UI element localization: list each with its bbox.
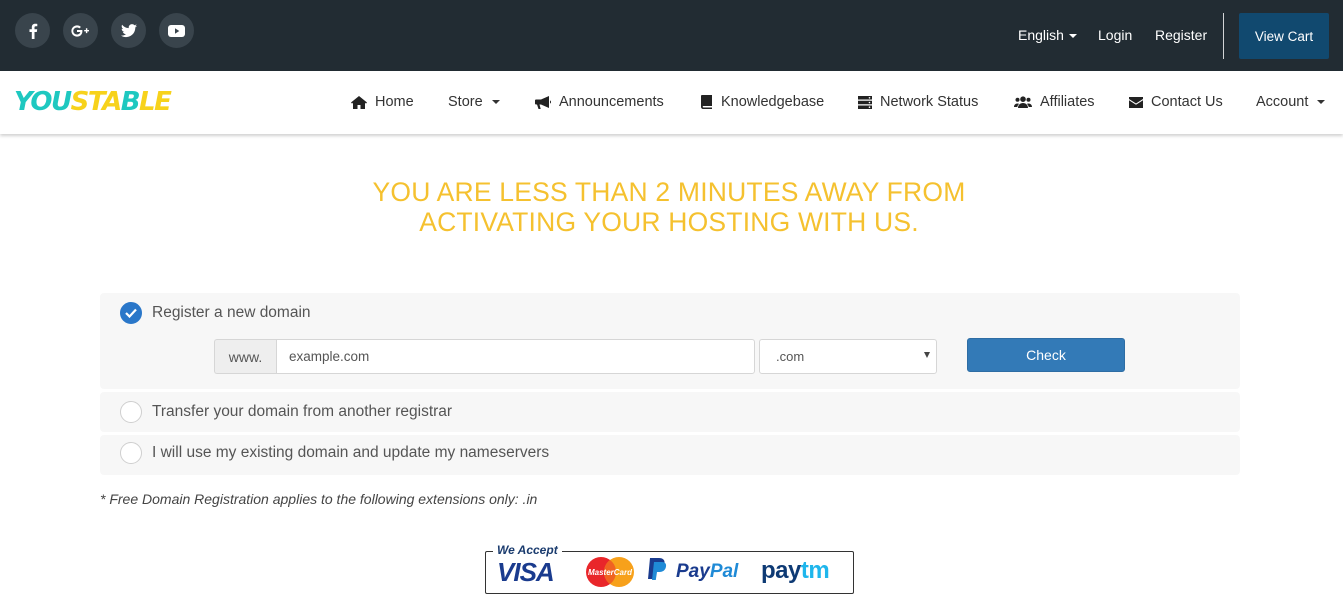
logo-text-4: LE [139, 87, 172, 117]
logo-text-2: STA [70, 87, 123, 117]
server-icon [858, 95, 872, 109]
visa-logo: VISA [497, 557, 555, 587]
transfer-domain-option[interactable]: Transfer your domain from another regist… [120, 401, 452, 423]
check-button[interactable]: Check [967, 338, 1125, 372]
brand-logo[interactable]: YOUSTABLE [14, 87, 172, 117]
users-icon [1014, 96, 1032, 108]
existing-domain-option[interactable]: I will use my existing domain and update… [120, 442, 549, 464]
facebook-icon[interactable] [15, 13, 50, 48]
paytm-logo: paytm [761, 557, 830, 585]
google-plus-icon[interactable] [63, 13, 98, 48]
view-cart-button[interactable]: View Cart [1239, 13, 1329, 59]
paytm-text-a: pay [761, 557, 801, 584]
nav-knowledgebase-label: Knowledgebase [721, 94, 825, 110]
radio-icon[interactable] [120, 442, 142, 464]
home-icon [351, 95, 367, 109]
tld-selected-value: .com [776, 349, 805, 364]
paypal-text-b: Pal [709, 561, 739, 582]
register-domain-label: Register a new domain [152, 304, 311, 321]
nav-store-label: Store [448, 94, 483, 110]
nav-announcements[interactable]: Announcements [535, 94, 664, 110]
headline-line-2: ACTIVATING YOUR HOSTING WITH US. [419, 207, 919, 237]
register-domain-option[interactable]: Register a new domain [120, 302, 311, 324]
paytm-text-b: tm [800, 557, 830, 584]
mastercard-label: MasterCard [588, 568, 633, 577]
youtube-icon[interactable] [159, 13, 194, 48]
nav-home[interactable]: Home [351, 94, 414, 110]
logo-text-3: B [120, 87, 141, 117]
headline-line-1: YOU ARE LESS THAN 2 MINUTES AWAY FROM [372, 177, 966, 207]
www-prefix: www. [214, 339, 276, 374]
nav-account-label: Account [1256, 94, 1309, 110]
nav-network-status[interactable]: Network Status [858, 94, 978, 110]
chevron-down-icon [491, 100, 500, 104]
nav-contact-us-label: Contact Us [1151, 94, 1223, 110]
bullhorn-icon [535, 95, 551, 109]
nav-knowledgebase[interactable]: Knowledgebase [701, 94, 824, 110]
divider [1223, 13, 1224, 59]
book-icon [701, 95, 712, 109]
existing-domain-label: I will use my existing domain and update… [152, 444, 550, 461]
nav-announcements-label: Announcements [559, 94, 664, 110]
tld-select[interactable]: .com [759, 339, 937, 374]
login-link[interactable]: Login [1098, 27, 1132, 43]
radio-checked-icon[interactable] [120, 302, 142, 324]
free-domain-note: * Free Domain Registration applies to th… [100, 491, 538, 507]
language-label: English [1018, 27, 1064, 43]
radio-icon[interactable] [120, 401, 142, 423]
transfer-domain-label: Transfer your domain from another regist… [152, 403, 453, 420]
chevron-down-icon [1068, 34, 1077, 39]
nav-network-status-label: Network Status [880, 94, 979, 110]
envelope-icon [1129, 96, 1143, 108]
nav-affiliates-label: Affiliates [1040, 94, 1095, 110]
page-headline: YOU ARE LESS THAN 2 MINUTES AWAY FROM AC… [0, 177, 1338, 237]
paypal-logo: PayPal [676, 561, 738, 583]
nav-home-label: Home [375, 94, 414, 110]
transfer-domain-panel: Transfer your domain from another regist… [100, 392, 1240, 432]
nav-account[interactable]: Account [1256, 94, 1326, 110]
nav-affiliates[interactable]: Affiliates [1014, 94, 1095, 110]
paypal-text-a: Pay [676, 561, 710, 582]
select-arrow-icon [924, 352, 930, 358]
domain-input[interactable] [276, 339, 755, 374]
paypal-icon [648, 558, 667, 580]
twitter-icon[interactable] [111, 13, 146, 48]
logo-text-1: YOU [14, 87, 72, 117]
chevron-down-icon [1317, 100, 1326, 104]
language-dropdown[interactable]: English [1018, 27, 1077, 43]
existing-domain-panel: I will use my existing domain and update… [100, 435, 1240, 475]
nav-store[interactable]: Store [448, 94, 500, 110]
top-bar: English Login Register View Cart [0, 0, 1343, 71]
register-link[interactable]: Register [1155, 27, 1207, 43]
mastercard-logo: MasterCard [586, 557, 634, 587]
we-accept-heading: We Accept [493, 543, 562, 557]
nav-contact-us[interactable]: Contact Us [1129, 94, 1223, 110]
